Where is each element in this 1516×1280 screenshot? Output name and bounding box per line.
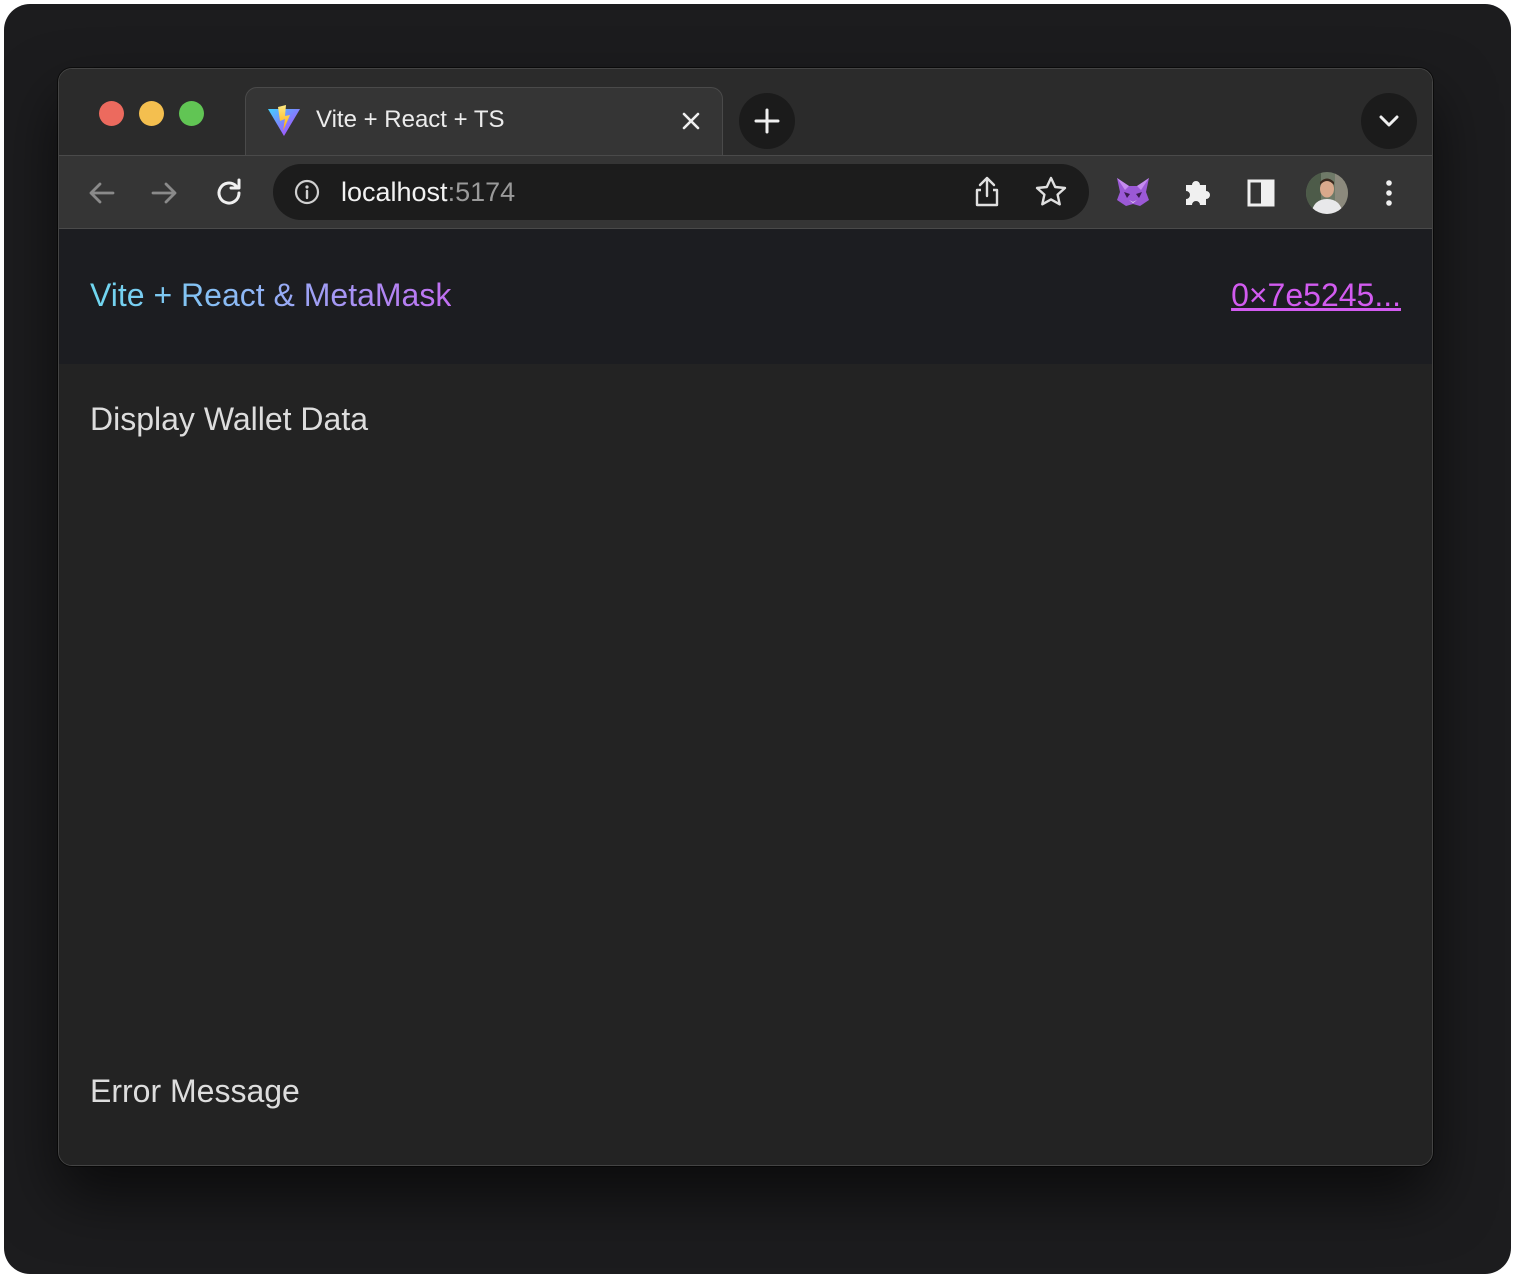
new-tab-button[interactable] xyxy=(739,93,795,149)
puzzle-icon[interactable] xyxy=(1177,173,1217,213)
tab-title: Vite + React + TS xyxy=(316,106,505,133)
star-icon[interactable] xyxy=(1031,172,1071,212)
plus-icon xyxy=(754,108,780,134)
browser-window: Vite + React + TS localhost:5174 Vite + … xyxy=(58,68,1433,1166)
metamask-fox-icon[interactable] xyxy=(1113,173,1153,213)
url-port: :5174 xyxy=(447,177,516,207)
wallet-address-link[interactable]: 0×7e5245... xyxy=(1231,277,1401,314)
avatar[interactable] xyxy=(1305,171,1349,215)
minimize-window-button[interactable] xyxy=(139,101,164,126)
chevron-down-icon xyxy=(1379,115,1399,127)
share-icon[interactable] xyxy=(967,172,1007,212)
browser-toolbar: localhost:5174 xyxy=(59,155,1432,229)
url-host: localhost xyxy=(341,177,448,207)
close-icon[interactable] xyxy=(678,108,704,134)
arrow-left-icon[interactable] xyxy=(81,173,121,213)
tab-active[interactable]: Vite + React + TS xyxy=(245,87,723,155)
kebab-menu-icon[interactable] xyxy=(1369,173,1409,213)
tab-strip: Vite + React + TS xyxy=(59,69,1432,155)
page-content: Vite + React & MetaMask 0×7e5245... Disp… xyxy=(59,229,1432,1165)
info-icon[interactable] xyxy=(293,178,321,206)
vite-logo-icon xyxy=(268,105,300,136)
address-bar[interactable]: localhost:5174 xyxy=(273,164,1089,220)
side-panel-icon[interactable] xyxy=(1241,173,1281,213)
wallet-data-heading: Display Wallet Data xyxy=(90,401,369,437)
zoom-window-button[interactable] xyxy=(179,101,204,126)
url-text: localhost:5174 xyxy=(341,177,515,208)
close-window-button[interactable] xyxy=(99,101,124,126)
app-title: Vite + React & MetaMask xyxy=(90,277,452,313)
arrow-right-icon[interactable] xyxy=(145,173,185,213)
app-header: Vite + React & MetaMask 0×7e5245... xyxy=(59,229,1432,364)
error-message-heading: Error Message xyxy=(90,1073,300,1109)
tab-search-button[interactable] xyxy=(1361,93,1417,149)
reload-icon[interactable] xyxy=(209,173,249,213)
